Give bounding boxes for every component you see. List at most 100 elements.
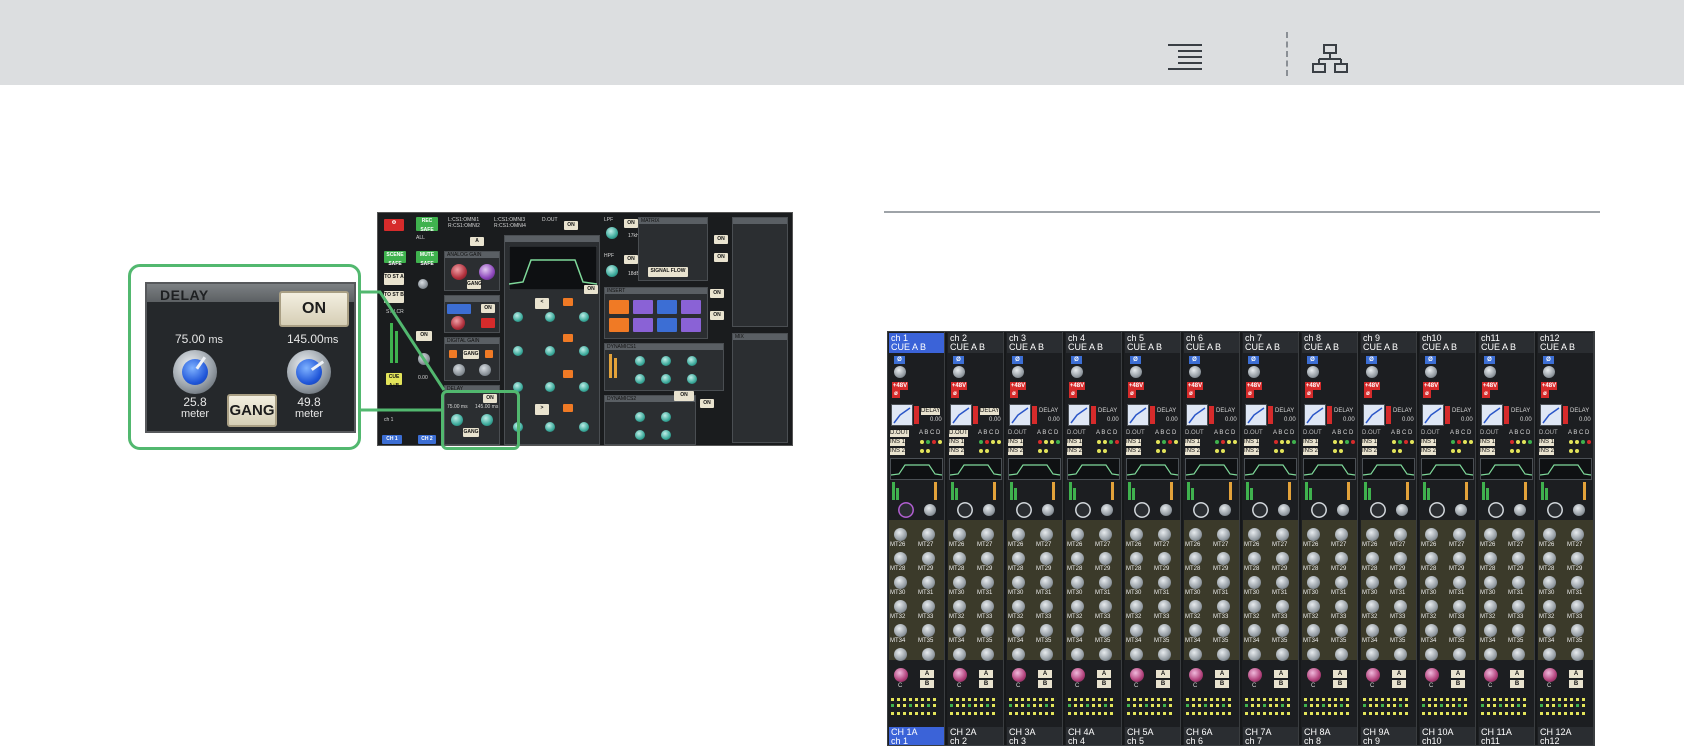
phase-badge[interactable]: Ø	[953, 356, 964, 364]
menu-lines-icon[interactable]	[1168, 44, 1202, 72]
matrix-send-knob[interactable]	[1335, 552, 1348, 565]
send-knob[interactable]	[1160, 504, 1172, 516]
digital-gain-knob[interactable]	[453, 364, 465, 376]
matrix-send-knob[interactable]	[1189, 528, 1202, 541]
send-a-button[interactable]: A	[1097, 670, 1111, 678]
send-knob-selected[interactable]	[1193, 502, 1209, 518]
matrix-send-knob[interactable]	[953, 576, 966, 589]
phantom-badge[interactable]: +48V	[1069, 382, 1085, 390]
channel-strip[interactable]: ch 5 CUE A B Ø +48V ø DELAY 0.00 D.OUT A B C …	[1124, 332, 1181, 745]
matrix-send-knob[interactable]	[1217, 528, 1230, 541]
send-knob[interactable]	[1455, 504, 1467, 516]
send-a-button[interactable]: A	[1156, 670, 1170, 678]
phantom-badge[interactable]: +48V	[892, 382, 908, 390]
dyn2-knob-3[interactable]	[635, 430, 645, 440]
matrix-send-knob[interactable]	[1571, 624, 1584, 637]
matrix-send-knob[interactable]	[1453, 576, 1466, 589]
matrix-send-knob[interactable]	[1543, 624, 1556, 637]
matrix-send-knob[interactable]	[1276, 552, 1289, 565]
phantom-badge[interactable]: +48V	[1423, 382, 1439, 390]
gain-gang-button[interactable]: GANG	[467, 280, 482, 289]
gain-knob[interactable]	[953, 366, 965, 378]
dyn1-knob-3[interactable]	[687, 356, 697, 366]
gain-comp-knob[interactable]	[479, 264, 495, 280]
dynamics-graph[interactable]	[1481, 404, 1503, 426]
dyn1-knob-2[interactable]	[661, 356, 671, 366]
dynamics-graph[interactable]	[1009, 404, 1031, 426]
matrix-send-knob[interactable]	[1543, 648, 1556, 661]
matrix-send-knob[interactable]	[1012, 576, 1025, 589]
matrix-send-knob[interactable]	[1071, 528, 1084, 541]
gain-knob[interactable]	[894, 366, 906, 378]
dynamics-graph[interactable]	[950, 404, 972, 426]
gain-knob[interactable]	[1425, 366, 1437, 378]
matrix-send-knob[interactable]	[1189, 576, 1202, 589]
send-knob[interactable]	[1278, 504, 1290, 516]
matrix-send-knob[interactable]	[1453, 648, 1466, 661]
matrix-send-knob[interactable]	[1366, 552, 1379, 565]
matrix-send-knob[interactable]	[1217, 648, 1230, 661]
matrix-send-knob[interactable]	[1335, 528, 1348, 541]
gain-knob[interactable]	[1543, 366, 1555, 378]
matrix-send-knob[interactable]	[1099, 528, 1112, 541]
rec-safe-button[interactable]: REC SAFE	[416, 217, 438, 233]
phantom-badge[interactable]: +48V	[1305, 382, 1321, 390]
eq-q-knob-2[interactable]	[513, 346, 523, 356]
eq-gain-knob-2[interactable]	[579, 346, 589, 356]
eq-thumbnail[interactable]	[1480, 458, 1533, 480]
polarity-badge[interactable]: ø	[1128, 390, 1136, 398]
polarity-badge[interactable]: ø	[892, 390, 900, 398]
gain-knob[interactable]	[1130, 366, 1142, 378]
channel-strip-header[interactable]: ch 3 CUE A B	[1007, 333, 1062, 353]
phase-badge[interactable]: Ø	[1248, 356, 1259, 364]
ins2-label[interactable]: INS 2	[1067, 448, 1083, 455]
matrix-send-knob[interactable]	[1543, 552, 1556, 565]
analog-gain-knob[interactable]	[451, 264, 467, 280]
matrix-send-knob[interactable]	[1276, 576, 1289, 589]
channel-strip-header[interactable]: ch 5 CUE A B	[1125, 333, 1180, 353]
matrix-send-knob[interactable]	[1071, 600, 1084, 613]
send-b-button[interactable]: B	[1392, 680, 1406, 688]
matrix-send-knob[interactable]	[1189, 552, 1202, 565]
matrix-send-knob[interactable]	[922, 552, 935, 565]
matrix-send-knob[interactable]	[1158, 576, 1171, 589]
send-b-button[interactable]: B	[1569, 680, 1583, 688]
send-b-button[interactable]: B	[920, 680, 934, 688]
channel-strip-footer[interactable]: CH 11A ch11	[1479, 727, 1534, 745]
matrix-send-knob[interactable]	[1248, 600, 1261, 613]
channel-strip-footer[interactable]: CH 8A ch 8	[1302, 727, 1357, 745]
ins2-label[interactable]: INS 2	[1126, 448, 1142, 455]
insert-on-button[interactable]: ON	[710, 289, 724, 298]
matrix-send-knob[interactable]	[1571, 576, 1584, 589]
matrix-send-knob[interactable]	[1366, 648, 1379, 661]
channel-strip-header[interactable]: ch 2 CUE A B	[948, 333, 1003, 353]
input-a-button[interactable]: A	[470, 237, 484, 246]
send-a-button[interactable]: A	[1274, 670, 1288, 678]
polarity-badge[interactable]: ø	[1482, 390, 1490, 398]
matrix-send-knob[interactable]	[1335, 624, 1348, 637]
ins1-label[interactable]: INS 1	[1008, 439, 1024, 446]
channel-strip[interactable]: ch 7 CUE A B Ø +48V ø DELAY 0.00 D.OUT A B C …	[1242, 332, 1299, 745]
matrix-send-knob[interactable]	[1130, 528, 1143, 541]
matrix-send-knob[interactable]	[1012, 600, 1025, 613]
hpf-knob[interactable]	[606, 265, 618, 277]
pan-knob[interactable]	[1071, 668, 1085, 682]
phase-badge[interactable]: Ø	[1189, 356, 1200, 364]
dynamics-graph[interactable]	[1304, 404, 1326, 426]
scene-safe-button[interactable]: SCENE SAFE	[384, 251, 406, 267]
matrix-send-knob[interactable]	[1394, 648, 1407, 661]
send-a-button[interactable]: A	[1038, 670, 1052, 678]
matrix-send-knob[interactable]	[1130, 648, 1143, 661]
dout-label[interactable]: D.OUT	[1303, 430, 1322, 437]
phantom-badge[interactable]: +48V	[1246, 382, 1262, 390]
delay-label[interactable]: DELAY	[1275, 408, 1294, 415]
delay-label[interactable]: DELAY	[1393, 408, 1412, 415]
pan-knob[interactable]	[953, 668, 967, 682]
ins2-label[interactable]: INS 2	[1539, 448, 1555, 455]
dyn1-knob-6[interactable]	[687, 374, 697, 384]
dout-label[interactable]: D.OUT	[949, 430, 968, 437]
matrix-send-knob[interactable]	[1040, 576, 1053, 589]
matrix-send-knob[interactable]	[1040, 552, 1053, 565]
delay-label[interactable]: DELAY	[1334, 408, 1353, 415]
hpf-on-button[interactable]: ON	[624, 255, 638, 264]
